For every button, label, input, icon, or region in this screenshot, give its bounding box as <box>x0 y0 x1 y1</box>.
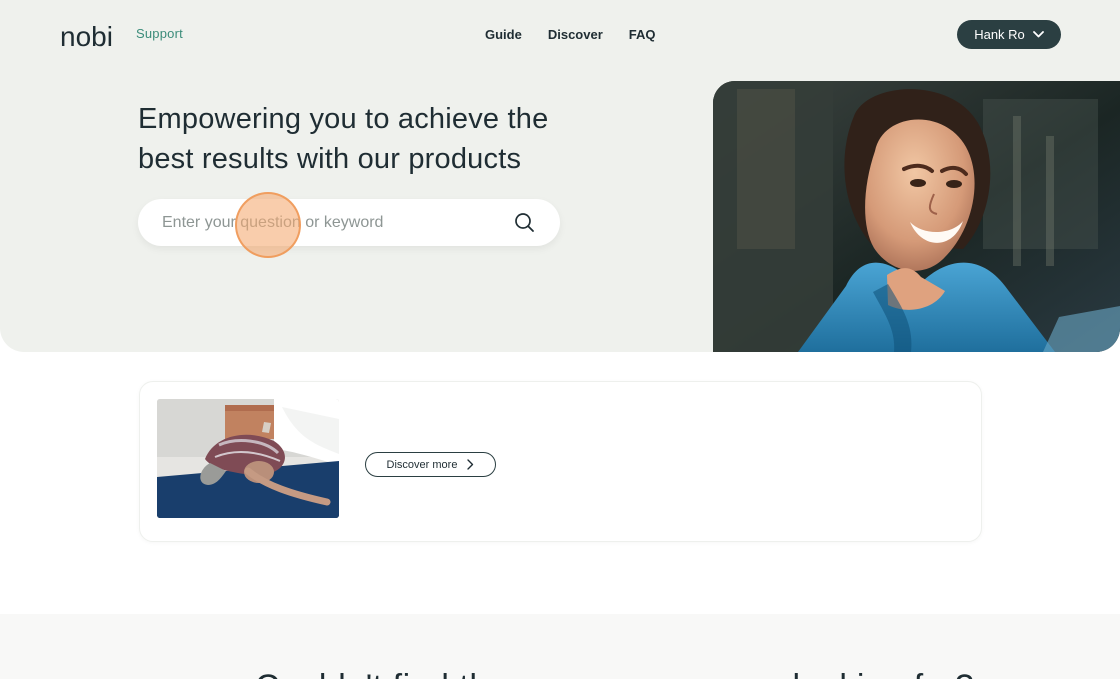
click-indicator <box>235 192 301 258</box>
nav-guide-link[interactable]: Guide <box>485 27 522 42</box>
nobi-logo[interactable]: nobi <box>60 22 120 50</box>
discover-more-button[interactable]: Discover more <box>365 452 496 477</box>
support-page: nobi Support Guide Discover FAQ Hank Ro … <box>0 0 1120 679</box>
hero-heading: Empowering you to achieve the best resul… <box>138 103 549 175</box>
person-on-floor-photo <box>157 399 339 518</box>
discover-more-label: Discover more <box>386 458 458 471</box>
search-input[interactable] <box>138 199 508 246</box>
hero-section: nobi Support Guide Discover FAQ Hank Ro … <box>0 0 1120 352</box>
search-icon[interactable] <box>514 212 535 233</box>
svg-text:nobi: nobi <box>60 22 113 50</box>
chevron-down-icon <box>1032 31 1044 38</box>
hero-photo <box>713 81 1120 352</box>
nav-discover-link[interactable]: Discover <box>548 27 603 42</box>
support-link[interactable]: Support <box>136 26 183 41</box>
search-box[interactable] <box>138 199 560 246</box>
chevron-right-icon <box>467 459 474 470</box>
user-menu-button[interactable]: Hank Ro <box>957 20 1061 49</box>
user-name: Hank Ro <box>974 27 1025 42</box>
main-navigation: Guide Discover FAQ <box>485 27 656 42</box>
card-photo <box>157 399 339 518</box>
help-section: Couldn't find the answer you were lookin… <box>0 614 1120 679</box>
discover-card: Discover more <box>139 381 982 542</box>
smiling-woman-photo <box>713 81 1120 352</box>
help-heading: Couldn't find the answer you were lookin… <box>255 667 974 679</box>
nav-faq-link[interactable]: FAQ <box>629 27 656 42</box>
site-header: nobi Support Guide Discover FAQ Hank Ro <box>0 0 1120 70</box>
